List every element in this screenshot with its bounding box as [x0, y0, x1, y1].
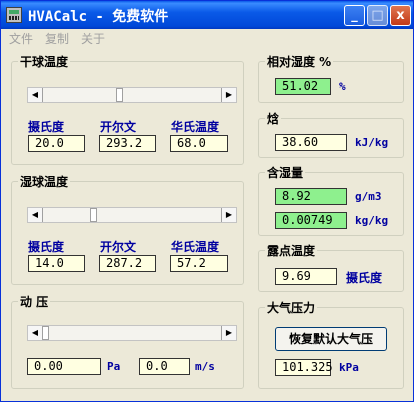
wet-fahrenheit-label: 华氏温度 [171, 240, 220, 254]
dry-kelvin-label: 开尔文 [100, 120, 137, 134]
atmospheric-pressure-field[interactable]: 101.325 [275, 359, 333, 376]
speed-unit: m/s [195, 360, 215, 373]
menu-copy[interactable]: 复制 [45, 30, 69, 47]
pressure-pa-field[interactable]: 0.00 [27, 358, 101, 375]
atmospheric-pressure-unit: kPa [339, 361, 359, 374]
restore-default-pressure-button[interactable]: 恢复默认大气压 [275, 327, 387, 351]
wet-kelvin-field[interactable]: 287.2 [99, 255, 156, 272]
calculator-icon[interactable] [6, 7, 22, 23]
slider-left-arrow-icon[interactable]: ◀ [28, 326, 43, 340]
wet-fahrenheit-field[interactable]: 57.2 [170, 255, 228, 272]
slider-right-arrow-icon[interactable]: ▶ [221, 326, 236, 340]
wet-kelvin-label: 开尔文 [100, 240, 137, 254]
wet-bulb-slider[interactable]: ◀ ▶ [27, 207, 237, 223]
minimize-button[interactable]: _ [344, 5, 365, 26]
wet-bulb-title: 湿球温度 [20, 175, 69, 189]
dry-bulb-title: 干球温度 [20, 55, 69, 69]
enthalpy-unit: kJ/kg [355, 136, 389, 149]
dew-point-title: 露点温度 [267, 244, 316, 258]
slider-right-arrow-icon[interactable]: ▶ [221, 208, 236, 222]
dynamic-pressure-slider-thumb[interactable] [42, 326, 49, 340]
dry-fahrenheit-field[interactable]: 68.0 [170, 135, 228, 152]
pressure-pa-unit: Pa [107, 360, 121, 373]
menu-bar: 文件 复制 关于 [1, 29, 413, 47]
moisture-title: 含湿量 [267, 166, 304, 180]
menu-file[interactable]: 文件 [9, 30, 33, 47]
wet-celsius-field[interactable]: 14.0 [28, 255, 85, 272]
dry-celsius-field[interactable]: 20.0 [28, 135, 85, 152]
wet-celsius-label: 摄氏度 [28, 240, 65, 254]
window-title: HVACalc - 免费软件 [28, 9, 169, 25]
enthalpy-title: 焓 [267, 112, 280, 126]
menu-about[interactable]: 关于 [81, 30, 105, 47]
dew-point-field[interactable]: 9.69 [275, 268, 337, 285]
atmospheric-pressure-title: 大气压力 [267, 301, 316, 315]
dynamic-pressure-slider[interactable]: ◀ ▶ [27, 325, 237, 341]
moisture-kgkg-unit: kg/kg [355, 214, 389, 227]
enthalpy-field[interactable]: 38.60 [275, 134, 347, 151]
dry-kelvin-field[interactable]: 293.2 [99, 135, 156, 152]
moisture-kgkg-field[interactable]: 0.00749 [275, 212, 347, 229]
moisture-gm3-field[interactable]: 8.92 [275, 188, 347, 205]
dry-bulb-slider[interactable]: ◀ ▶ [27, 87, 237, 103]
slider-left-arrow-icon[interactable]: ◀ [28, 208, 43, 222]
speed-field[interactable]: 0.0 [139, 358, 190, 375]
dew-point-unit: 摄氏度 [346, 271, 383, 285]
wet-bulb-slider-thumb[interactable] [90, 208, 97, 222]
close-button[interactable]: x [390, 5, 411, 26]
relative-humidity-title: 相对湿度 % [267, 55, 332, 69]
app-window: HVACalc - 免费软件 _ □ x 文件 复制 关于 干球温度 ◀ ▶ 摄… [0, 0, 414, 402]
slider-left-arrow-icon[interactable]: ◀ [28, 88, 43, 102]
maximize-button[interactable]: □ [367, 5, 388, 26]
title-bar[interactable]: HVACalc - 免费软件 _ □ x [1, 1, 413, 29]
relative-humidity-field[interactable]: 51.02 [275, 78, 331, 95]
relative-humidity-unit: % [339, 80, 346, 93]
slider-right-arrow-icon[interactable]: ▶ [221, 88, 236, 102]
dry-fahrenheit-label: 华氏温度 [171, 120, 220, 134]
dynamic-pressure-title: 动 压 [20, 295, 49, 309]
moisture-gm3-unit: g/m3 [355, 190, 382, 203]
dry-bulb-slider-thumb[interactable] [116, 88, 123, 102]
dry-celsius-label: 摄氏度 [28, 120, 65, 134]
